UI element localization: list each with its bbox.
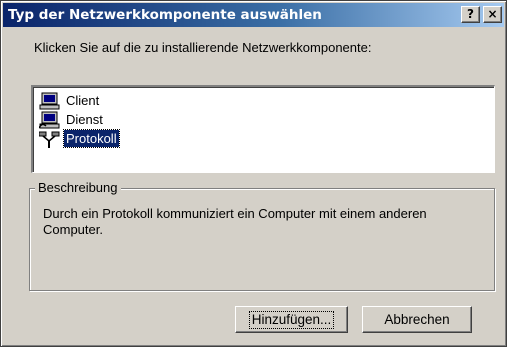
description-legend: Beschreibung <box>35 180 121 195</box>
list-item-label: Dienst <box>66 112 103 127</box>
client-computer-icon <box>39 92 60 110</box>
description-text: Durch ein Protokoll kommuniziert ein Com… <box>43 206 427 237</box>
title-bar[interactable]: Typ der Netzwerkkomponente auswählen ? × <box>3 3 504 27</box>
select-network-component-dialog: Typ der Netzwerkkomponente auswählen ? ×… <box>0 0 507 347</box>
close-button[interactable]: × <box>483 6 502 23</box>
help-icon: ? <box>467 7 474 21</box>
help-button[interactable]: ? <box>461 6 480 23</box>
list-item-label: Client <box>66 93 100 108</box>
list-item-label: Protokoll <box>63 129 120 148</box>
component-listbox[interactable]: Client Dienst Protokoll <box>31 85 495 173</box>
add-button[interactable]: Hinzufügen... <box>235 306 348 333</box>
instruction-label: Klicken Sie auf die zu installierende Ne… <box>34 40 372 55</box>
close-icon: × <box>487 7 498 21</box>
protocol-network-icon <box>39 131 60 148</box>
description-groupbox: Beschreibung Durch ein Protokoll kommuni… <box>29 180 495 291</box>
window-title: Typ der Netzwerkkomponente auswählen <box>8 7 322 23</box>
service-computer-icon <box>39 111 60 129</box>
add-button-label: Hinzufügen... <box>248 310 335 329</box>
cancel-button[interactable]: Abbrechen <box>362 306 472 333</box>
